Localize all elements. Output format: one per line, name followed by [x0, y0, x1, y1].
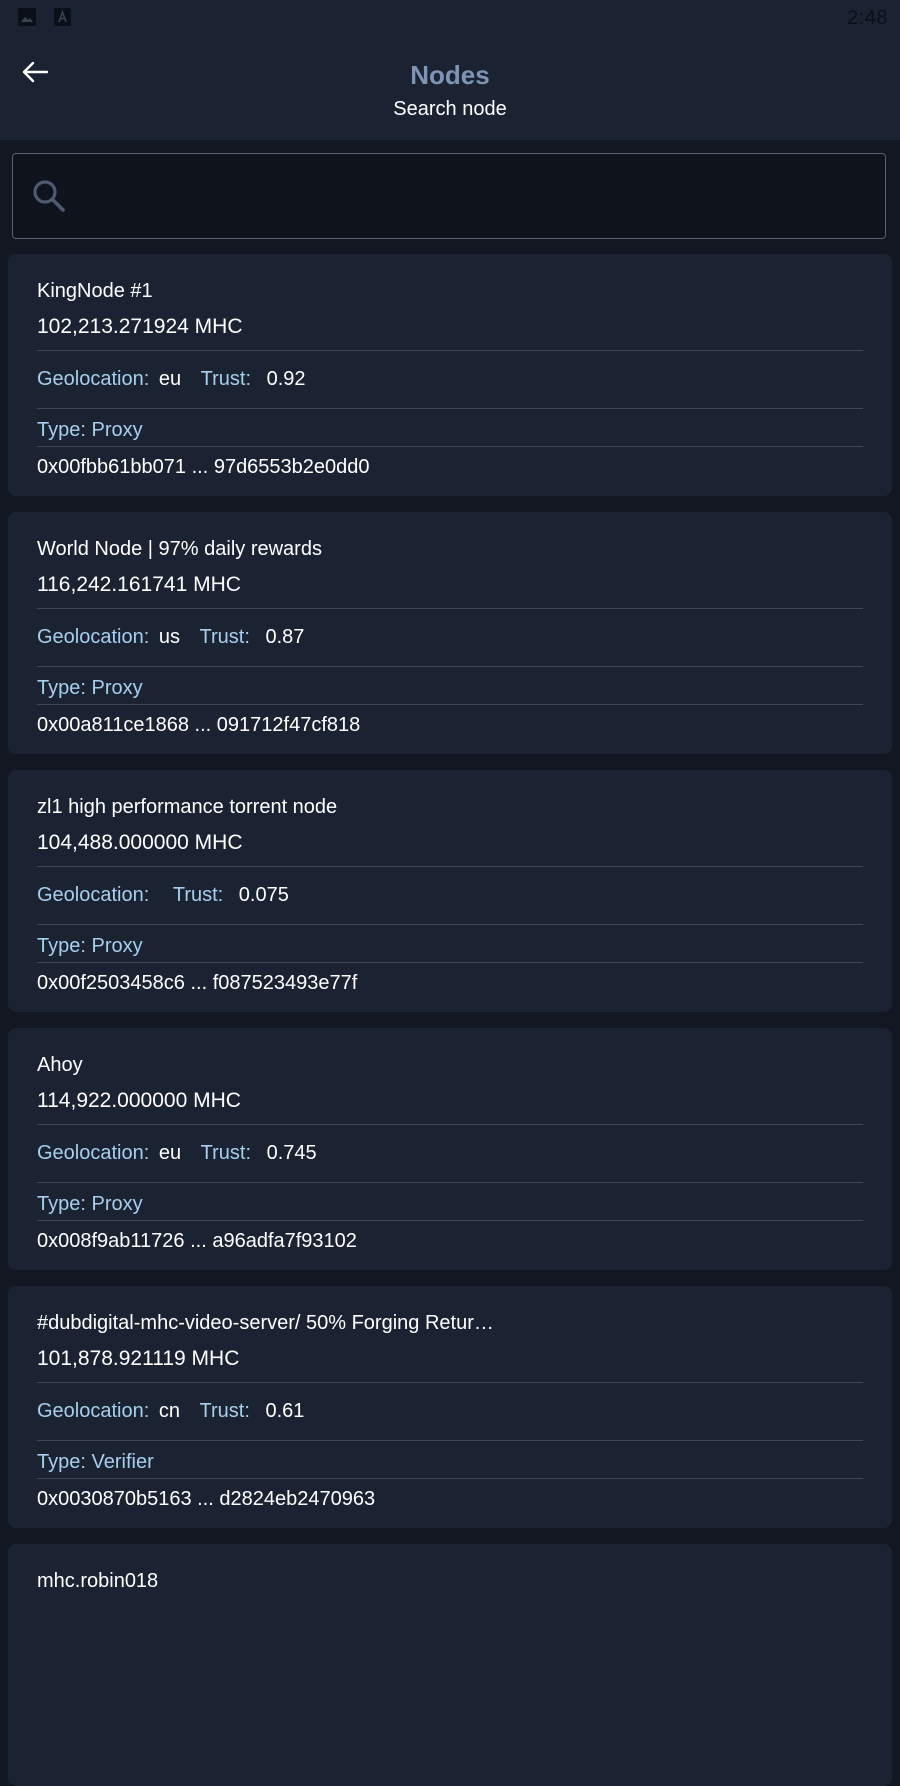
divider — [37, 704, 863, 705]
trust-label: Trust: — [200, 1142, 252, 1164]
page-title: Nodes — [410, 60, 490, 90]
node-balance: 104,488.000000 MHC — [37, 831, 243, 854]
divider — [37, 408, 863, 409]
image-icon — [18, 8, 36, 26]
node-list: KingNode #1 102,213.271924 MHC Geolocati… — [0, 0, 900, 1786]
trust-label: Trust: — [199, 626, 250, 648]
node-name: #dubdigital-mhc-video-server/ 50% Forgin… — [37, 1312, 494, 1334]
type-label: Type: — [37, 935, 86, 957]
page-subtitle: Search node — [393, 98, 507, 120]
trust-value: 0.075 — [238, 884, 289, 906]
type-row: Type: Proxy — [37, 935, 143, 958]
search-input[interactable] — [89, 154, 873, 240]
node-card[interactable]: World Node | 97% daily rewards 116,242.1… — [8, 512, 892, 754]
divider — [37, 1440, 863, 1441]
geolocation-label: Geolocation: — [37, 1400, 150, 1422]
geo-trust-row: Geolocation: us Trust: 0.87 — [37, 626, 304, 649]
trust-label: Trust: — [172, 884, 224, 906]
node-card[interactable]: zl1 high performance torrent node 104,48… — [8, 770, 892, 1012]
node-address: 0x00fbb61bb071 ... 97d6553b2e0dd0 — [37, 456, 370, 478]
node-address: 0x00a811ce1868 ... 091712f47cf818 — [37, 714, 361, 736]
geo-trust-row: Geolocation: eu Trust: 0.92 — [37, 368, 306, 391]
search-box[interactable] — [12, 153, 886, 240]
type-value: Proxy — [91, 1193, 143, 1215]
geolocation-label: Geolocation: — [37, 626, 150, 648]
node-name: mhc.robin018 — [37, 1570, 159, 1592]
status-bar: 2:48 — [0, 0, 900, 36]
node-card[interactable]: Ahoy 114,922.000000 MHC Geolocation: eu … — [8, 1028, 892, 1270]
trust-label: Trust: — [199, 1400, 250, 1422]
geolocation-value: eu — [158, 1142, 182, 1164]
type-row: Type: Proxy — [37, 1193, 143, 1216]
divider — [37, 1478, 863, 1479]
node-card[interactable]: #dubdigital-mhc-video-server/ 50% Forgin… — [8, 1286, 892, 1528]
node-balance: 114,922.000000 MHC — [37, 1089, 241, 1112]
geo-trust-row: Geolocation: Trust: 0.075 — [37, 884, 289, 907]
node-name: Ahoy — [37, 1054, 83, 1076]
node-balance: 102,213.271924 MHC — [37, 315, 243, 338]
type-label: Type: — [37, 1451, 86, 1473]
geolocation-label: Geolocation: — [37, 1142, 150, 1164]
trust-label: Trust: — [200, 368, 252, 390]
geolocation-value: us — [158, 626, 180, 648]
trust-value: 0.61 — [265, 1400, 305, 1422]
type-row: Type: Proxy — [37, 419, 143, 442]
geolocation-value: eu — [158, 368, 182, 390]
search-icon — [33, 180, 65, 212]
node-card[interactable]: KingNode #1 102,213.271924 MHC Geolocati… — [8, 254, 892, 496]
type-row: Type: Verifier — [37, 1451, 154, 1474]
geo-trust-row: Geolocation: eu Trust: 0.745 — [37, 1142, 317, 1165]
type-row: Type: Proxy — [37, 677, 143, 700]
node-address: 0x00f2503458c6 ... f087523493e77f — [37, 972, 358, 994]
divider — [37, 1124, 863, 1125]
node-card[interactable]: mhc.robin018 — [8, 1544, 892, 1786]
geo-trust-row: Geolocation: cn Trust: 0.61 — [37, 1400, 304, 1423]
node-name: zl1 high performance torrent node — [37, 796, 338, 818]
text-icon — [54, 8, 71, 26]
node-address: 0x0030870b5163 ... d2824eb2470963 — [37, 1488, 376, 1510]
node-name: World Node | 97% daily rewards — [37, 538, 322, 560]
divider — [37, 962, 863, 963]
trust-value: 0.92 — [266, 368, 306, 390]
divider — [37, 866, 863, 867]
node-name: KingNode #1 — [37, 280, 153, 302]
divider — [37, 608, 863, 609]
divider — [37, 350, 863, 351]
node-address: 0x008f9ab11726 ... a96adfa7f93102 — [37, 1230, 357, 1252]
divider — [37, 1220, 863, 1221]
divider — [37, 1382, 863, 1383]
geolocation-label: Geolocation: — [37, 884, 150, 906]
type-value: Proxy — [91, 935, 143, 957]
trust-value: 0.745 — [266, 1142, 317, 1164]
type-value: Proxy — [91, 419, 143, 441]
type-label: Type: — [37, 419, 86, 441]
status-time: 2:48 — [847, 7, 888, 29]
node-balance: 116,242.161741 MHC — [37, 573, 241, 596]
geolocation-value: cn — [158, 1400, 180, 1422]
geolocation-label: Geolocation: — [37, 368, 150, 390]
trust-value: 0.87 — [265, 626, 305, 648]
node-balance: 101,878.921119 MHC — [37, 1347, 240, 1370]
app-bar: Nodes Search node — [0, 36, 900, 140]
divider — [37, 1182, 863, 1183]
type-value: Verifier — [91, 1451, 154, 1473]
type-value: Proxy — [91, 677, 143, 699]
divider — [37, 446, 863, 447]
type-label: Type: — [37, 677, 86, 699]
divider — [37, 666, 863, 667]
divider — [37, 924, 863, 925]
type-label: Type: — [37, 1193, 86, 1215]
